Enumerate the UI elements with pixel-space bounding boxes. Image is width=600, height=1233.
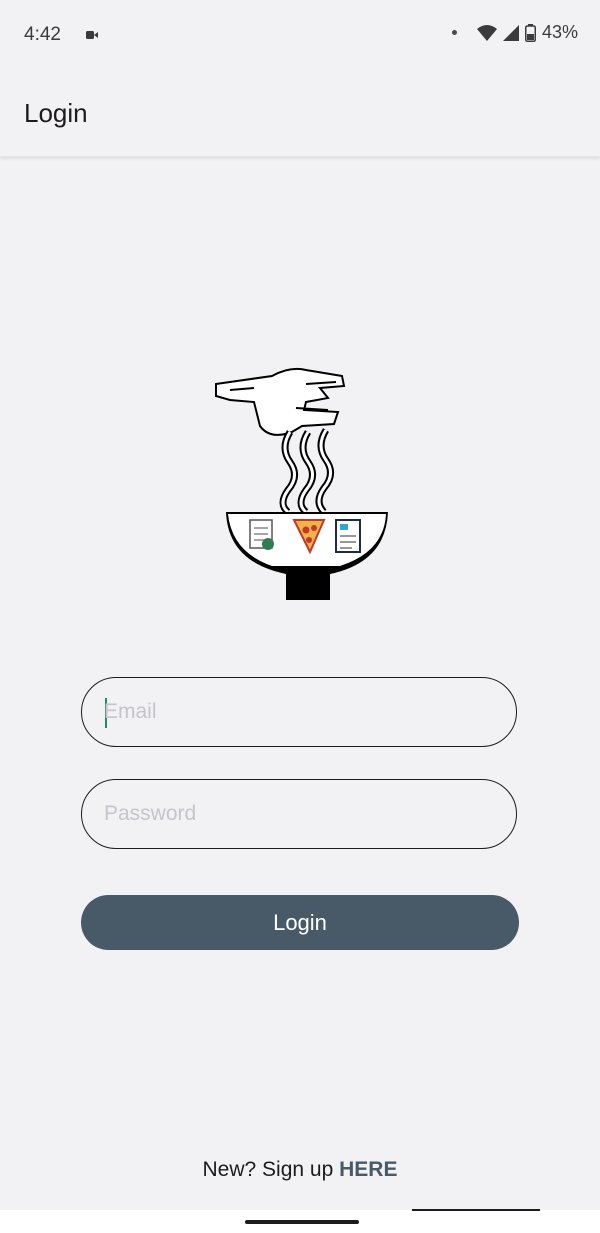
notification-dot-icon: [451, 30, 457, 35]
noodle-bowl-icon: [215, 367, 388, 600]
app-bar: Login: [0, 72, 600, 157]
page-title: Login: [24, 98, 88, 128]
cellular-signal-icon: [502, 24, 519, 41]
email-input[interactable]: [104, 678, 494, 746]
status-icons: 43%: [451, 22, 578, 43]
noodle-bowl-logo: [210, 362, 400, 607]
password-field[interactable]: [81, 779, 517, 849]
battery-percent: 43%: [541, 22, 578, 42]
password-input[interactable]: [104, 780, 494, 848]
signup-prompt-text: New? Sign up: [202, 1158, 340, 1181]
login-button-label: Login: [273, 909, 327, 935]
battery-icon: [524, 23, 536, 42]
video-recording-icon: [86, 31, 98, 39]
wifi-icon: [476, 24, 497, 41]
email-field[interactable]: [81, 677, 517, 747]
login-button[interactable]: Login: [81, 895, 519, 950]
status-bar: 4:42 43%: [0, 0, 600, 72]
home-gesture-handle[interactable]: [245, 1220, 359, 1224]
signup-prompt: New? Sign up HERE: [0, 1158, 600, 1182]
nav-edge-line: [412, 1209, 540, 1211]
signup-here-link[interactable]: HERE: [339, 1158, 397, 1181]
status-time: 4:42: [24, 24, 61, 45]
